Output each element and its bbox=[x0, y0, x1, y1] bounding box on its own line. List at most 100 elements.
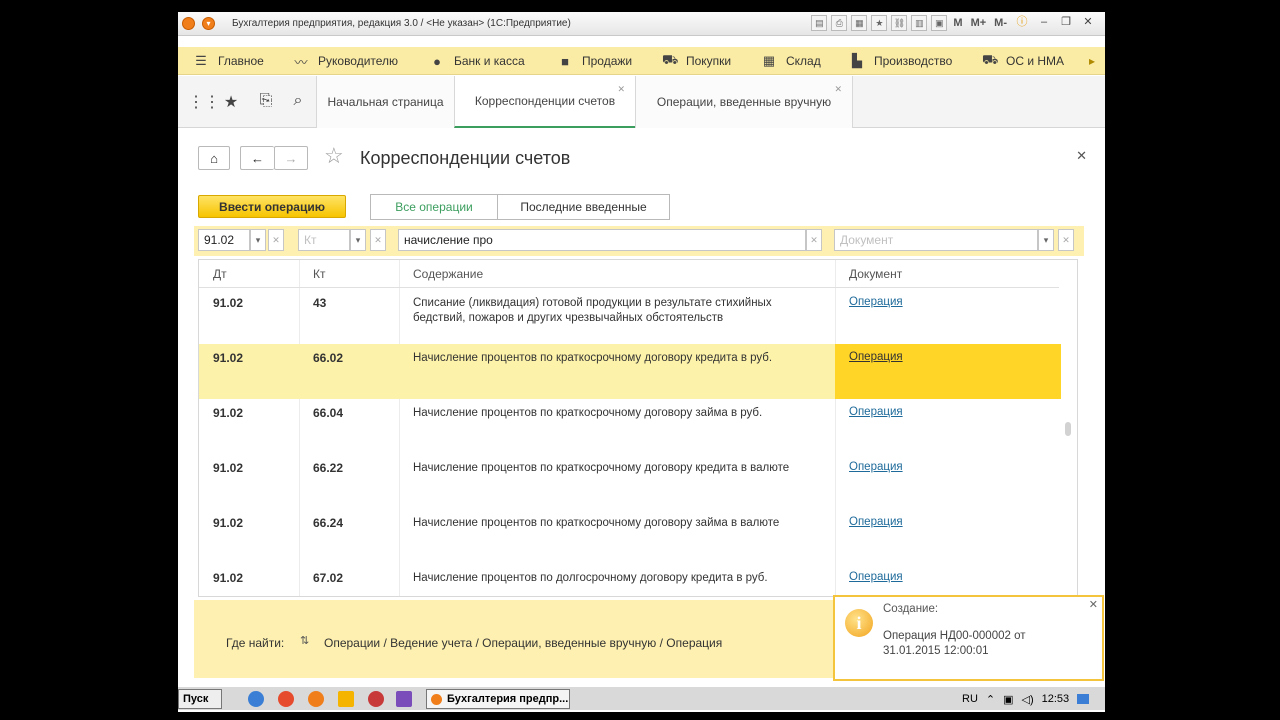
scrollbar-thumb[interactable] bbox=[1065, 422, 1071, 436]
arrow-right-icon: → bbox=[284, 150, 298, 166]
favorites-star-icon[interactable]: ★ bbox=[221, 92, 241, 112]
column-header-document[interactable]: Документ bbox=[849, 267, 902, 281]
back-button[interactable]: ← bbox=[240, 146, 274, 170]
app-icon[interactable] bbox=[338, 691, 354, 707]
tab-home[interactable]: Начальная страница bbox=[316, 76, 454, 128]
sections-panel: ☰ Главное 〰 Руководителю ● Банк и касса ■ Пр… bbox=[178, 47, 1105, 75]
restore-icon[interactable]: ❐ bbox=[1057, 15, 1075, 31]
section-manager[interactable]: 〰 Руководителю bbox=[294, 47, 398, 75]
document-link[interactable]: Операция bbox=[849, 461, 903, 473]
main-menu-icon[interactable]: ▾ bbox=[202, 17, 215, 30]
arrow-left-icon: ← bbox=[251, 150, 264, 166]
clear-icon[interactable]: ✕ bbox=[370, 229, 386, 251]
table-row[interactable]: 91.02 66.22 Начисление процентов по крат… bbox=[199, 454, 1061, 509]
favorites-icon[interactable]: ★ bbox=[871, 15, 888, 31]
navigation-path[interactable]: Операции / Ведение учета / Операции, вве… bbox=[324, 636, 722, 650]
taskbar-window-button[interactable]: Бухгалтерия предпр... bbox=[426, 689, 570, 709]
table-row[interactable]: 91.02 67.02 Начисление процентов по долг… bbox=[199, 564, 1061, 596]
cart-icon: ⛟ bbox=[662, 52, 679, 67]
preview-icon[interactable]: ▦ bbox=[851, 15, 868, 31]
document-link[interactable]: Операция bbox=[849, 406, 903, 418]
recent-operations-tab[interactable]: Последние введенные bbox=[498, 194, 670, 220]
cell-content: Списание (ликвидация) готовой продукции … bbox=[413, 297, 772, 324]
table-header: Дт Кт Содержание Документ bbox=[199, 260, 1059, 288]
link-icon[interactable]: ⛓ bbox=[891, 15, 908, 31]
section-production[interactable]: ▙ Производство bbox=[850, 47, 952, 75]
doc-filter-input[interactable]: Документ bbox=[834, 229, 1038, 251]
section-bank[interactable]: ● Банк и касса bbox=[430, 47, 525, 75]
section-purchases[interactable]: ⛟ Покупки bbox=[662, 47, 731, 75]
table-row[interactable]: 91.02 43 Списание (ликвидация) готовой п… bbox=[199, 289, 1061, 344]
column-header-content[interactable]: Содержание bbox=[413, 267, 483, 281]
document-link[interactable]: Операция bbox=[849, 516, 903, 528]
memory-minus-button[interactable]: M- bbox=[992, 17, 1009, 29]
minimize-icon[interactable]: – bbox=[1035, 15, 1053, 31]
clear-icon[interactable]: ✕ bbox=[806, 229, 822, 251]
document-link[interactable]: Операция bbox=[849, 296, 903, 308]
where-to-find-label: Где найти: bbox=[226, 636, 285, 650]
dropdown-icon[interactable]: ▾ bbox=[1038, 229, 1054, 251]
table-row[interactable]: 91.02 66.24 Начисление процентов по крат… bbox=[199, 509, 1061, 564]
close-notification-icon[interactable]: ✕ bbox=[1089, 598, 1098, 611]
forward-button[interactable]: → bbox=[274, 146, 308, 170]
close-window-icon[interactable]: ✕ bbox=[1079, 15, 1097, 31]
1c-icon[interactable] bbox=[308, 691, 324, 707]
section-warehouse[interactable]: ▦ Склад bbox=[762, 47, 821, 75]
volume-icon[interactable]: ◁) bbox=[1022, 693, 1034, 706]
kt-filter-input[interactable]: Кт bbox=[298, 229, 350, 251]
table-row[interactable]: 91.02 66.04 Начисление процентов по крат… bbox=[199, 399, 1061, 454]
memory-plus-button[interactable]: M+ bbox=[969, 17, 989, 29]
clear-icon[interactable]: ✕ bbox=[1058, 229, 1074, 251]
calculator-icon[interactable]: ▣ bbox=[931, 15, 948, 31]
document-link[interactable]: Операция bbox=[849, 571, 903, 583]
create-operation-button[interactable]: Ввести операцию bbox=[198, 195, 346, 218]
home-button[interactable]: ⌂ bbox=[198, 146, 230, 170]
column-header-dt[interactable]: Дт bbox=[213, 267, 227, 281]
tab-manual-operations[interactable]: Операции, введенные вручную ✕ bbox=[635, 76, 853, 128]
section-label: Главное bbox=[218, 54, 264, 68]
browser-icon[interactable] bbox=[248, 691, 264, 707]
calendar-icon[interactable]: ▥ bbox=[911, 15, 928, 31]
favorite-star-icon[interactable]: ☆ bbox=[324, 143, 344, 169]
expand-tray-icon[interactable]: ⌃ bbox=[986, 693, 995, 706]
document-icon[interactable]: ▤ bbox=[811, 15, 828, 31]
table-row-selected[interactable]: 91.02 66.02 Начисление процентов по крат… bbox=[199, 344, 1061, 399]
document-link[interactable]: Операция bbox=[849, 351, 903, 363]
dt-filter-input[interactable]: 91.02 bbox=[198, 229, 250, 251]
window-title: Бухгалтерия предприятия, редакция 3.0 / … bbox=[232, 18, 571, 29]
clock[interactable]: 12:53 bbox=[1042, 693, 1070, 705]
history-icon[interactable]: ⎘ bbox=[256, 92, 276, 110]
section-assets[interactable]: ⛟ ОС и НМА bbox=[982, 47, 1064, 75]
dropdown-icon[interactable]: ▾ bbox=[250, 229, 266, 251]
clear-icon[interactable]: ✕ bbox=[268, 229, 284, 251]
close-tab-icon[interactable]: ✕ bbox=[617, 84, 625, 95]
content-filter-input[interactable]: начисление про bbox=[398, 229, 806, 251]
info-icon[interactable]: ⓘ bbox=[1013, 15, 1031, 31]
network-icon[interactable]: ▣ bbox=[1003, 693, 1013, 706]
close-form-icon[interactable]: ✕ bbox=[1076, 148, 1087, 164]
section-sales[interactable]: ■ Продажи bbox=[558, 47, 632, 75]
close-tab-icon[interactable]: ✕ bbox=[834, 84, 842, 95]
memory-button[interactable]: M bbox=[951, 17, 964, 29]
section-label: Склад bbox=[786, 54, 821, 68]
search-icon[interactable]: ⌕ bbox=[288, 92, 308, 110]
notification-popup[interactable]: i Создание: Операция НД00-000002 от 31.0… bbox=[833, 595, 1104, 681]
language-indicator[interactable]: RU bbox=[962, 693, 978, 705]
show-desktop-icon[interactable] bbox=[1077, 694, 1090, 704]
tool-icon[interactable] bbox=[368, 691, 384, 707]
section-label: ОС и НМА bbox=[1006, 54, 1065, 68]
media-icon[interactable] bbox=[396, 691, 412, 707]
section-main[interactable]: ☰ Главное bbox=[194, 47, 264, 75]
chrome-icon[interactable] bbox=[278, 691, 294, 707]
filter-row: 91.02 ▾ ✕ Кт ▾ ✕ начисление про ✕ Докуме… bbox=[194, 226, 1084, 256]
tab-correspondences[interactable]: Корреспонденции счетов ✕ bbox=[454, 76, 635, 128]
print-icon[interactable]: ⎙ bbox=[831, 15, 848, 31]
column-header-kt[interactable]: Кт bbox=[313, 267, 326, 281]
dropdown-icon[interactable]: ▾ bbox=[350, 229, 366, 251]
notification-body[interactable]: Операция НД00-000002 от 31.01.2015 12:00… bbox=[883, 629, 1083, 659]
more-sections-icon[interactable]: ▸ bbox=[1089, 54, 1095, 68]
all-functions-icon[interactable]: ⋮⋮ bbox=[188, 92, 220, 112]
all-operations-tab[interactable]: Все операции bbox=[370, 194, 498, 220]
start-button[interactable]: Пуск bbox=[178, 689, 222, 709]
section-label: Банк и касса bbox=[454, 54, 525, 68]
